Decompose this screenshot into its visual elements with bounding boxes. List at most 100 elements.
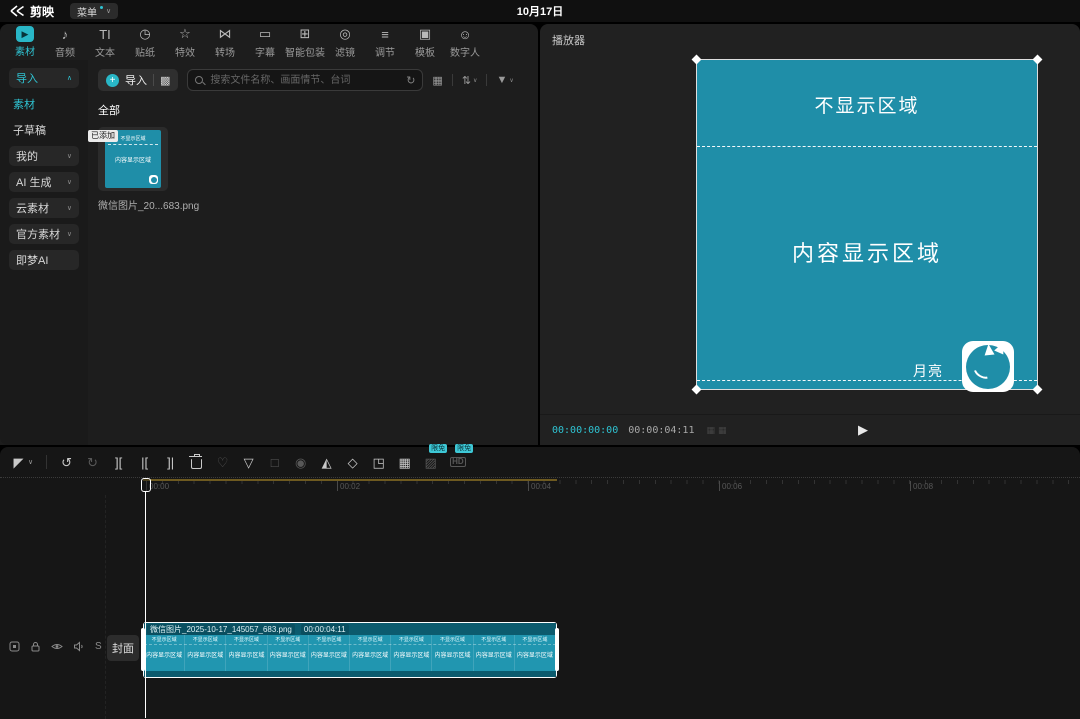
tab-smart-pack[interactable]: ⊞ 智能包装 bbox=[285, 26, 325, 59]
tab-sticker[interactable]: ◷ 贴纸 bbox=[126, 26, 164, 59]
cat-face-line bbox=[970, 357, 997, 382]
menu-button[interactable]: 菜单 ∨ bbox=[70, 3, 119, 19]
sidebar-item-subdraft[interactable]: 子草稿 bbox=[9, 120, 79, 140]
menu-notification-dot bbox=[100, 6, 104, 9]
topbar: 剪映 菜单 ∨ 10月17日 bbox=[0, 0, 1080, 22]
refresh-icon[interactable]: ↻ bbox=[406, 74, 415, 87]
delete-left-icon[interactable]: |[ bbox=[138, 452, 151, 472]
tile-text-mid: 内容显示区域 bbox=[352, 653, 389, 659]
preview-divider-top bbox=[697, 146, 1037, 147]
tab-templates[interactable]: ▣ 模板 bbox=[406, 26, 444, 59]
tool-glyph: ]| bbox=[167, 454, 175, 470]
sidebar-item-import[interactable]: 导入 ∧ bbox=[9, 68, 79, 88]
select-tool-chevron[interactable]: ∨ bbox=[28, 452, 33, 472]
split-icon[interactable]: ][ bbox=[112, 452, 125, 472]
main-track-magnet-icon[interactable] bbox=[9, 641, 20, 652]
sidebar-item-ai[interactable]: AI 生成 ∨ bbox=[9, 172, 79, 192]
cover-button[interactable]: 封面 bbox=[107, 635, 139, 661]
import-button[interactable]: + 导入 ▩ bbox=[98, 69, 179, 91]
timeline-ruler[interactable]: 00:00 00:02 00:04 00:06 00:08 bbox=[0, 477, 1080, 496]
tab-filters[interactable]: ◎ 滤镜 bbox=[326, 26, 364, 59]
tile-text-top: 不显示区域 bbox=[151, 637, 177, 643]
category-all[interactable]: 全部 bbox=[98, 102, 528, 118]
sidebar-item-official[interactable]: 官方素材 ∨ bbox=[9, 224, 79, 244]
hd-enhance-icon[interactable]: HD 限免 bbox=[450, 444, 474, 472]
ribbon-tab-icon: ⋈ bbox=[218, 26, 232, 41]
sidebar-item-chevron: ∨ bbox=[66, 205, 72, 212]
qr-import-icon[interactable]: ▩ bbox=[160, 74, 170, 87]
player-panel: 播放器 不显示区域 内容显示区域 月亮 00:00:00:00 00:00:04… bbox=[540, 24, 1080, 445]
media-thumbnail[interactable]: 已添加 不显示区域 内容显示区域 bbox=[88, 127, 168, 191]
media-item[interactable]: 已添加 不显示区域 内容显示区域 微信图片_20...683.png bbox=[88, 127, 199, 212]
playhead[interactable] bbox=[141, 478, 151, 718]
loop-play-icon[interactable]: ◉ bbox=[294, 452, 307, 472]
tab-captions[interactable]: ▭ 字幕 bbox=[246, 26, 284, 59]
sidebar-item-media[interactable]: 素材 bbox=[9, 94, 79, 114]
sidebar-item-label: 子草稿 bbox=[13, 125, 46, 137]
media-search[interactable]: ↻ bbox=[187, 69, 424, 91]
delete-right-icon[interactable]: ]| bbox=[164, 452, 177, 472]
tab-adjust[interactable]: ≡ 调节 bbox=[366, 26, 404, 59]
frame-grid-icon: ▦ bbox=[706, 424, 718, 435]
delete-icon[interactable] bbox=[189, 452, 203, 472]
search-input[interactable] bbox=[208, 73, 402, 87]
undo-icon[interactable]: ↺ bbox=[60, 452, 73, 472]
smart-split-icon[interactable]: □ bbox=[268, 452, 281, 472]
sidebar-item-mine[interactable]: 我的 ∨ bbox=[9, 146, 79, 166]
tab-transition[interactable]: ⋈ 转场 bbox=[206, 26, 244, 59]
ribbon-tab-icon: ⊞ bbox=[299, 26, 311, 41]
media-panel: ▶ 素材 ♪ 音频 TI 文本 ◷ 贴纸 ☆ 特效 ⋈ 转场 ▭ 字幕 ⊞ 智能… bbox=[0, 24, 538, 445]
capcut-window: 剪映 菜单 ∨ 10月17日 ▶ 素材 ♪ 音频 TI 文本 ◷ 贴纸 ☆ 特效… bbox=[0, 0, 1080, 719]
crop-icon[interactable]: ◳ bbox=[372, 452, 385, 472]
preview-mid-label: 内容显示区域 bbox=[791, 241, 942, 266]
select-tool-icon[interactable]: ◤ bbox=[12, 452, 25, 472]
mask-icon[interactable]: ▽ bbox=[242, 452, 255, 472]
sort-button[interactable]: ⇅ ∨ bbox=[462, 74, 478, 87]
thumb-divider-line bbox=[108, 144, 158, 145]
sidebar-item-label: 导入 bbox=[16, 73, 38, 85]
player-controls: 00:00:00:00 00:00:04:11 ▦▦ ▶ bbox=[540, 414, 1080, 445]
preview-canvas[interactable]: 不显示区域 内容显示区域 月亮 bbox=[691, 54, 1043, 395]
tab-audio[interactable]: ♪ 音频 bbox=[46, 26, 84, 59]
tool-glyph: ♡ bbox=[216, 454, 229, 470]
rotate-icon[interactable]: ◇ bbox=[346, 452, 359, 472]
ribbon-tab-label: 音频 bbox=[55, 47, 75, 59]
mute-speaker-icon[interactable] bbox=[73, 641, 85, 652]
tile-text-top: 不显示区域 bbox=[522, 637, 548, 643]
ribbon-tab-label: 转场 bbox=[215, 47, 235, 59]
play-button[interactable]: ▶ bbox=[858, 422, 868, 438]
selection-handle-bottom-right[interactable] bbox=[1032, 384, 1043, 395]
transform-icon[interactable]: ▦ bbox=[398, 452, 411, 472]
tool-glyph: ▦ bbox=[398, 454, 411, 470]
chevron-down-icon: ∨ bbox=[509, 77, 514, 84]
sidebar-item-label: 我的 bbox=[16, 151, 38, 163]
filmstrip-tile: 不显示区域 内容显示区域 bbox=[309, 635, 351, 671]
lock-icon[interactable] bbox=[30, 641, 41, 652]
smart-matting-icon[interactable]: ▨ 限免 bbox=[424, 444, 448, 472]
free-badge: 限免 bbox=[455, 444, 474, 453]
clip-trim-handle-right[interactable] bbox=[555, 628, 559, 671]
sidebar-item-cloud[interactable]: 云素材 ∨ bbox=[9, 198, 79, 218]
redo-icon[interactable]: ↻ bbox=[86, 452, 99, 472]
clip-filename: 微信图片_2025-10-17_145057_683.png bbox=[147, 623, 295, 635]
filter-button[interactable]: ▼ ∨ bbox=[496, 74, 513, 86]
toolbar-divider[interactable] bbox=[46, 455, 48, 469]
visibility-eye-icon[interactable] bbox=[51, 641, 63, 652]
tab-effects[interactable]: ☆ 特效 bbox=[166, 26, 204, 59]
divider bbox=[451, 74, 453, 86]
ribbon-tab-icon: ♪ bbox=[61, 26, 69, 42]
tab-media[interactable]: ▶ 素材 bbox=[6, 26, 44, 58]
tab-avatar[interactable]: ☺ 数字人 bbox=[446, 26, 484, 59]
mirror-icon[interactable]: ◭ bbox=[320, 452, 333, 472]
selection-handle-bottom-left[interactable] bbox=[691, 384, 702, 395]
tab-text[interactable]: TI 文本 bbox=[86, 26, 124, 59]
tool-glyph: ◭ bbox=[321, 454, 332, 470]
frame-grid-icons[interactable]: ▦▦ bbox=[706, 425, 729, 436]
freeze-frame-icon[interactable]: ♡ bbox=[216, 452, 229, 472]
sidebar-item-jimeng[interactable]: 即梦AI bbox=[9, 250, 79, 270]
ribbon-tab-label: 调节 bbox=[375, 47, 395, 59]
app-name: 剪映 bbox=[30, 4, 55, 19]
solo-track-button[interactable]: S bbox=[95, 641, 102, 652]
layout-grid-icon[interactable]: ▦ bbox=[432, 74, 442, 87]
timeline-clip[interactable]: 微信图片_2025-10-17_145057_683.png 00:00:04:… bbox=[141, 622, 559, 678]
